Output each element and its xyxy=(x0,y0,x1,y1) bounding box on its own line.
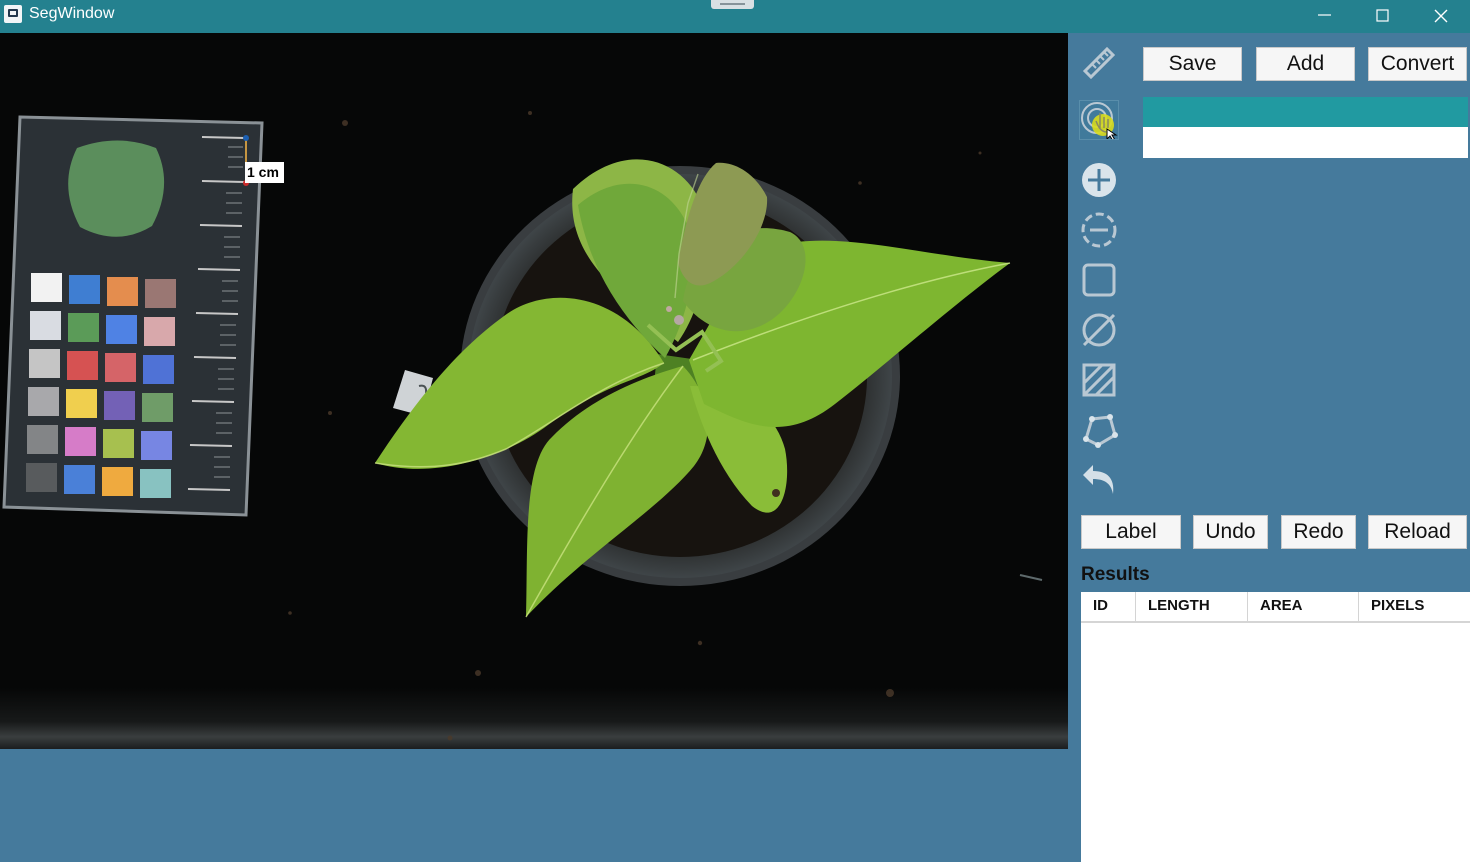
subtract-dashed-circle-icon xyxy=(1081,212,1117,248)
polygon-icon xyxy=(1083,414,1118,448)
add-button[interactable]: Add xyxy=(1256,47,1355,81)
save-button[interactable]: Save xyxy=(1143,47,1242,81)
redo-button[interactable]: Redo xyxy=(1281,515,1356,549)
minimize-button[interactable] xyxy=(1296,0,1354,33)
plant-image: 1 cm xyxy=(0,33,1068,749)
column-header-length[interactable]: LENGTH xyxy=(1136,592,1248,621)
crop-tool-button[interactable] xyxy=(1080,361,1118,399)
maximize-button[interactable] xyxy=(1354,0,1412,33)
minimize-icon xyxy=(1318,14,1331,16)
title-bar: SegWindow xyxy=(0,0,1470,33)
color-card xyxy=(2,115,264,517)
results-table[interactable]: ID LENGTH AREA PIXELS xyxy=(1081,592,1470,862)
touch-select-tool-button[interactable] xyxy=(1079,100,1119,142)
undo-arrow-icon xyxy=(1083,465,1114,494)
label-list-selected-item[interactable] xyxy=(1143,97,1468,127)
polygon-tool-button[interactable] xyxy=(1080,411,1118,449)
table-header: ID LENGTH AREA PIXELS xyxy=(1081,592,1470,623)
column-header-area[interactable]: AREA xyxy=(1248,592,1359,621)
column-header-id[interactable]: ID xyxy=(1081,592,1136,621)
add-region-tool-button[interactable] xyxy=(1080,161,1118,199)
drag-handle[interactable] xyxy=(711,0,754,9)
touch-select-icon xyxy=(1081,102,1118,142)
subtract-region-tool-button[interactable] xyxy=(1080,211,1118,249)
scale-label: 1 cm xyxy=(247,164,279,180)
reload-button[interactable]: Reload xyxy=(1368,515,1467,549)
rectangle-cross-icon xyxy=(1082,363,1116,397)
erase-tool-button[interactable] xyxy=(1080,311,1118,349)
column-header-pixels[interactable]: PIXELS xyxy=(1359,592,1470,621)
label-list-empty-item[interactable] xyxy=(1143,127,1468,158)
ruler-icon xyxy=(1082,46,1116,80)
app-icon xyxy=(4,5,22,23)
undo-button[interactable]: Undo xyxy=(1193,515,1268,549)
convert-button[interactable]: Convert xyxy=(1368,47,1467,81)
label-button[interactable]: Label xyxy=(1081,515,1181,549)
maximize-icon xyxy=(1376,9,1389,22)
close-icon xyxy=(1434,9,1448,23)
rectangle-icon xyxy=(1082,263,1116,297)
image-canvas[interactable]: 1 cm xyxy=(0,33,1068,749)
close-button[interactable] xyxy=(1412,0,1470,33)
ruler-tool-button[interactable] xyxy=(1080,43,1118,81)
results-title: Results xyxy=(1081,564,1150,585)
rectangle-tool-button[interactable] xyxy=(1080,261,1118,299)
window-title: SegWindow xyxy=(29,5,115,22)
undo-tool-button[interactable] xyxy=(1080,461,1118,499)
add-circle-icon xyxy=(1082,163,1116,197)
no-entry-icon xyxy=(1082,313,1116,347)
